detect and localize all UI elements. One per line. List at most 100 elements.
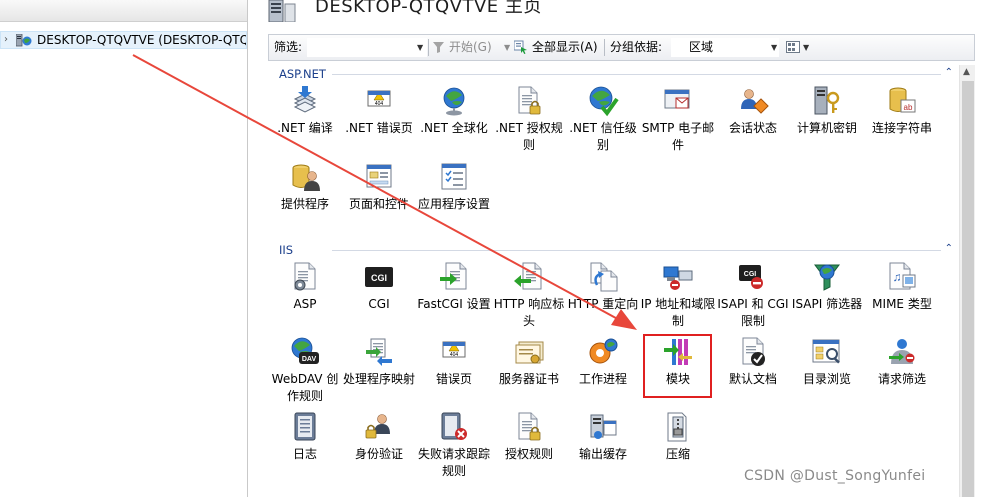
feature-label: HTTP 重定向 — [567, 297, 639, 311]
server-icon — [16, 34, 32, 47]
feature-label: ISAPI 和 CGI 限制 — [717, 297, 789, 328]
scrollbar-thumb[interactable] — [962, 81, 974, 497]
svg-text:404: 404 — [450, 352, 459, 358]
connections-pane: › DESKTOP-QTQVTVE (DESKTOP-QTQVTVE\ — [0, 0, 248, 497]
net-trust-levels-icon — [587, 85, 619, 117]
feature-label: HTTP 响应标头 — [493, 297, 565, 328]
filter-toolbar: 筛选: ▼ 开始(G) ▼ 全部显示(A) 分组依据: 区域 ▼ ▼ — [268, 34, 975, 61]
default-document-icon — [737, 336, 769, 368]
feature-label: 会话状态 — [728, 121, 777, 135]
chevron-down-icon[interactable]: ▼ — [417, 39, 423, 56]
group-by-select[interactable] — [671, 38, 779, 57]
http-response-headers-icon — [513, 261, 545, 293]
feature-label: SMTP 电子邮件 — [641, 121, 715, 152]
webdav-icon: DAV — [289, 336, 321, 368]
svg-text:ab: ab — [904, 103, 913, 112]
chevron-down-icon[interactable]: ▼ — [504, 39, 510, 56]
error-pages-icon: 404 — [438, 336, 470, 368]
feature-label: 失败请求跟踪规则 — [417, 447, 490, 478]
page-title: DESKTOP-QTQVTVE 主页 — [315, 0, 542, 17]
fastcgi-icon — [438, 261, 470, 293]
svg-text:DAV: DAV — [302, 356, 317, 363]
feature-label: 工作进程 — [578, 372, 627, 386]
chevron-down-icon[interactable]: ▼ — [771, 39, 777, 56]
feature-label: .NET 编译 — [277, 121, 333, 135]
group-divider — [332, 74, 941, 75]
vertical-scrollbar[interactable]: ▲ — [959, 65, 975, 497]
features-view: DESKTOP-QTQVTVE 主页 筛选: ▼ 开始(G) ▼ 全部显示(A)… — [249, 0, 982, 497]
feature-label: 处理程序映射 — [342, 372, 415, 386]
isapi-cgi-restrictions-icon: CGI — [737, 261, 769, 293]
feature-label: 页面和控件 — [348, 197, 409, 211]
toolbar-divider — [604, 39, 605, 56]
group-header: IIS ⌃ — [268, 242, 959, 258]
scroll-up-icon[interactable]: ▲ — [963, 67, 970, 77]
filter-input[interactable] — [307, 38, 427, 57]
feature-label: ISAPI 筛选器 — [791, 297, 863, 311]
toolbar-divider — [428, 39, 429, 56]
collapse-icon[interactable]: ⌃ — [945, 65, 953, 81]
server-certificates-icon — [513, 336, 545, 368]
feature-label: 连接字符串 — [871, 121, 932, 135]
feature-label: 请求筛选 — [877, 372, 926, 386]
group-by-value: 区域 — [689, 40, 714, 54]
feature-label: 输出缓存 — [578, 447, 627, 461]
feature-label: .NET 授权规则 — [495, 121, 563, 152]
asp-icon — [289, 261, 321, 293]
funnel-icon — [433, 42, 444, 53]
net-compilation-icon — [289, 85, 321, 117]
group-divider — [332, 250, 941, 251]
group-header: ASP.NET ⌃ — [268, 66, 959, 82]
server-home-icon — [268, 0, 296, 22]
group-title: IIS — [279, 243, 294, 257]
feature-label: .NET 错误页 — [345, 121, 413, 135]
feature-label: FastCGI 设置 — [417, 297, 491, 311]
show-all-icon — [514, 40, 527, 54]
feature-label: 授权规则 — [504, 447, 553, 461]
compression-icon — [662, 411, 694, 443]
feature-label: ASP — [293, 297, 317, 311]
tree-server-label: DESKTOP-QTQVTVE (DESKTOP-QTQVTVE\ — [37, 33, 247, 47]
mime-types-icon: ♫ — [886, 261, 918, 293]
feature-label: IP 地址和域限制 — [640, 297, 716, 328]
output-caching-icon — [587, 411, 619, 443]
features-list: ASP.NET ⌃ .NET 编译 404 .NET 错误页 .NET 全球化 .… — [268, 65, 959, 497]
svg-text:CGI: CGI — [371, 273, 387, 283]
connection-strings-icon: ab — [886, 85, 918, 117]
feature-label: WebDAV 创作规则 — [271, 372, 339, 403]
tree-expand-icon[interactable]: › — [4, 32, 8, 48]
directory-browsing-icon — [811, 336, 843, 368]
pages-controls-icon — [363, 161, 395, 193]
group-by-label: 分组依据: — [610, 40, 663, 54]
feature-label: CGI — [368, 297, 390, 311]
filter-label: 筛选: — [274, 40, 303, 54]
group-title: ASP.NET — [279, 67, 326, 81]
feature-label: 错误页 — [435, 372, 472, 386]
svg-text:♫: ♫ — [893, 270, 902, 284]
net-authorization-icon — [513, 85, 545, 117]
worker-processes-icon — [587, 336, 619, 368]
logging-icon — [289, 411, 321, 443]
show-all-button[interactable]: 全部显示(A) — [532, 35, 598, 60]
svg-text:404: 404 — [375, 101, 384, 107]
feature-label: .NET 信任级别 — [569, 121, 637, 152]
feature-label: 默认文档 — [728, 372, 777, 386]
app-settings-icon — [438, 161, 470, 193]
http-redirect-icon — [587, 261, 619, 293]
tree-item-server[interactable]: › DESKTOP-QTQVTVE (DESKTOP-QTQVTVE\ — [0, 31, 247, 49]
net-error-pages-icon: 404 — [363, 85, 395, 117]
net-globalization-icon — [438, 85, 470, 117]
handler-mappings-icon — [363, 336, 395, 368]
watermark: CSDN @Dust_SongYunfei — [744, 468, 926, 484]
collapse-icon[interactable]: ⌃ — [945, 241, 953, 257]
annotation-highlight-box — [643, 334, 712, 398]
view-mode-icon[interactable] — [786, 41, 800, 53]
ip-domain-restrictions-icon — [662, 261, 694, 293]
connections-header — [0, 0, 247, 22]
authorization-rules-icon — [513, 411, 545, 443]
go-button[interactable]: 开始(G) — [449, 35, 492, 60]
isapi-filters-icon — [811, 261, 843, 293]
feature-label: 压缩 — [665, 447, 690, 461]
chevron-down-icon[interactable]: ▼ — [803, 39, 809, 56]
feature-label: .NET 全球化 — [420, 121, 488, 135]
